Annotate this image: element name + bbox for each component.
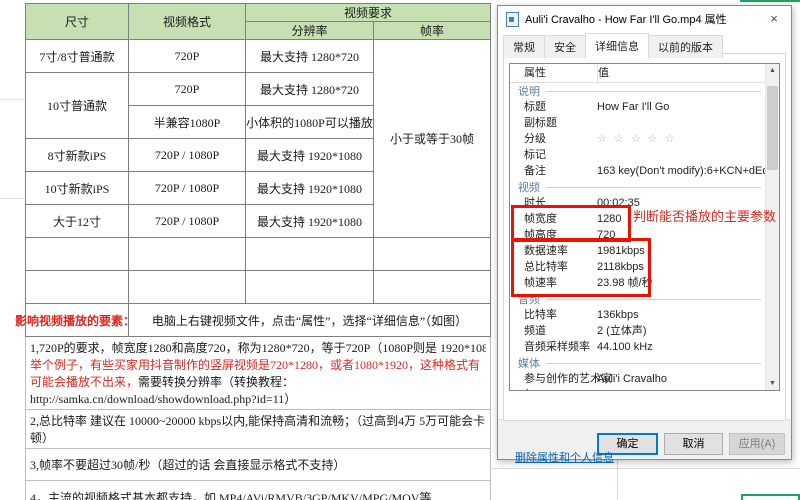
cell-resolution: 小体积的1080P可以播放 bbox=[246, 106, 374, 139]
rating-stars: ☆ ☆ ☆ ☆ ☆ bbox=[597, 133, 677, 145]
property-row-comments[interactable]: 备注163 key(Don't modify):6+KCN+dEo... bbox=[510, 163, 779, 179]
cell-format: 720P bbox=[129, 73, 246, 106]
cell-size: 8寸新款iPS bbox=[26, 139, 129, 172]
header-property: 属性 bbox=[510, 64, 598, 82]
note-4-text: 4，主流的视频格式基本都支持，如 MP4/AVi/RMVB/3GP/MKV/MP… bbox=[26, 481, 491, 500]
property-list-header: 属性值 bbox=[510, 64, 779, 83]
scrollbar-thumb[interactable] bbox=[767, 86, 778, 170]
section-rule bbox=[546, 187, 761, 188]
property-row-artist[interactable]: 参与创作的艺术家Auli'i Cravalho bbox=[510, 371, 779, 387]
red-highlight-box-rates bbox=[511, 238, 651, 297]
cell-format: 720P / 1080P bbox=[129, 205, 246, 238]
cell-size: 10寸新款iPS bbox=[26, 172, 129, 205]
section-rule bbox=[546, 299, 761, 300]
section-rule bbox=[546, 91, 761, 92]
apply-button[interactable]: 应用(A) bbox=[729, 433, 785, 455]
col-header-framerate: 帧率 bbox=[374, 22, 491, 40]
cell-format: 720P bbox=[129, 40, 246, 73]
cell-framerate-note: 小于或等于30帧 bbox=[374, 40, 491, 238]
table-row: 7寸/8寸普通款 720P 最大支持 1280*720 小于或等于30帧 bbox=[26, 40, 491, 73]
cell-format: 720P / 1080P bbox=[129, 172, 246, 205]
remove-properties-link[interactable]: 删除属性和个人信息 bbox=[515, 449, 614, 465]
col-header-format: 视频格式 bbox=[129, 4, 246, 40]
note-2-row: 2,总比特率 建议在 10000~20000 kbps以内,能保持高清和流畅；（… bbox=[26, 410, 491, 449]
close-icon[interactable]: × bbox=[757, 6, 791, 32]
tab-general[interactable]: 常规 bbox=[503, 35, 545, 58]
factor-row: 影响视频播放的要素： 电脑上右键视频文件，点击“属性”，选择“详细信息”（如图） bbox=[26, 304, 491, 337]
empty-row bbox=[26, 238, 491, 271]
video-spec-table: 尺寸 视频格式 视频要求 分辨率 帧率 7寸/8寸普通款 720P 最大支持 1… bbox=[25, 3, 491, 500]
note-3-row: 3,帧率不要超过30帧/秒（超过的话 会直接显示格式不支持） bbox=[26, 449, 491, 481]
property-row-title[interactable]: 标题How Far I'll Go bbox=[510, 99, 779, 115]
scroll-down-icon[interactable]: ▼ bbox=[766, 377, 779, 390]
excel-gridline bbox=[617, 459, 618, 500]
note-4-row: 4，主流的视频格式基本都支持，如 MP4/AVi/RMVB/3GP/MKV/MP… bbox=[26, 481, 491, 500]
property-row-audio-bitrate[interactable]: 比特率136kbps bbox=[510, 307, 779, 323]
excel-top-strip bbox=[740, 0, 800, 2]
cell-size: 10寸普通款 bbox=[26, 73, 129, 139]
excel-gridline bbox=[0, 198, 25, 199]
note-3-text: 3,帧率不要超过30帧/秒（超过的话 会直接显示格式不支持） bbox=[26, 449, 491, 481]
cell-resolution: 最大支持 1280*720 bbox=[246, 73, 374, 106]
col-header-requirement: 视频要求 bbox=[246, 4, 491, 22]
section-media: 媒体 bbox=[510, 355, 779, 371]
property-row-subtitle[interactable]: 副标题 bbox=[510, 115, 779, 131]
cell-resolution: 最大支持 1920*1080 bbox=[246, 139, 374, 172]
tab-security[interactable]: 安全 bbox=[544, 35, 586, 58]
red-highlight-box-frame-size bbox=[511, 205, 631, 242]
cell-resolution: 最大支持 1280*720 bbox=[246, 40, 374, 73]
property-row-year[interactable]: 年 bbox=[510, 387, 779, 391]
header-value: 值 bbox=[598, 67, 609, 79]
empty-row bbox=[26, 271, 491, 304]
dialog-tabs: 常规 安全 详细信息 以前的版本 bbox=[503, 37, 722, 58]
note-1-row: 1,720P的要求，帧宽度1280和高度720，称为1280*720，等于720… bbox=[26, 337, 491, 410]
cancel-button[interactable]: 取消 bbox=[664, 433, 723, 455]
media-file-icon bbox=[506, 12, 519, 27]
dialog-titlebar: Auli'i Cravalho - How Far I'll Go.mp4 属性… bbox=[498, 6, 791, 32]
tab-previous-versions[interactable]: 以前的版本 bbox=[648, 35, 723, 58]
dialog-title: Auli'i Cravalho - How Far I'll Go.mp4 属性 bbox=[525, 11, 757, 27]
property-row-channels[interactable]: 频道2 (立体声) bbox=[510, 323, 779, 339]
screenshot-root: 尺寸 视频格式 视频要求 分辨率 帧率 7寸/8寸普通款 720P 最大支持 1… bbox=[0, 0, 800, 500]
col-header-resolution: 分辨率 bbox=[246, 22, 374, 40]
property-row-rating[interactable]: 分级☆ ☆ ☆ ☆ ☆ bbox=[510, 131, 779, 147]
note-1-line1: 1,720P的要求，帧宽度1280和高度720，称为1280*720，等于720… bbox=[30, 339, 486, 356]
factor-label: 影响视频播放的要素： bbox=[15, 312, 135, 329]
note-1-rest: 举个例子，有些买家用抖音制作的竖屏视频是720*1280，或者1080*1920… bbox=[30, 356, 486, 407]
scroll-up-icon[interactable]: ▲ bbox=[766, 64, 779, 77]
property-row-tags[interactable]: 标记 bbox=[510, 147, 779, 163]
cell-format: 720P / 1080P bbox=[129, 139, 246, 172]
cell-resolution: 最大支持 1920*1080 bbox=[246, 172, 374, 205]
scrollbar[interactable]: ▲ ▼ bbox=[765, 64, 779, 390]
excel-gridline bbox=[0, 99, 25, 100]
red-annotation: 判断能否播放的主要参数 bbox=[633, 206, 776, 225]
section-rule bbox=[546, 363, 761, 364]
section-description: 说明 bbox=[510, 83, 779, 99]
excel-selection-cell bbox=[741, 494, 800, 500]
factor-text: 电脑上右键视频文件，点击“属性”，选择“详细信息”（如图） bbox=[129, 304, 491, 337]
cell-size: 7寸/8寸普通款 bbox=[26, 40, 129, 73]
property-row-sample-rate[interactable]: 音频采样频率44.100 kHz bbox=[510, 339, 779, 355]
cell-resolution: 最大支持 1920*1080 bbox=[246, 205, 374, 238]
tab-details[interactable]: 详细信息 bbox=[585, 33, 649, 58]
col-header-size: 尺寸 bbox=[26, 4, 129, 40]
section-video: 视频 bbox=[510, 179, 779, 195]
cell-size: 大于12寸 bbox=[26, 205, 129, 238]
excel-gridline bbox=[490, 468, 800, 469]
cell-format: 半兼容1080P bbox=[129, 106, 246, 139]
note-2-text: 2,总比特率 建议在 10000~20000 kbps以内,能保持高清和流畅；（… bbox=[26, 410, 491, 449]
